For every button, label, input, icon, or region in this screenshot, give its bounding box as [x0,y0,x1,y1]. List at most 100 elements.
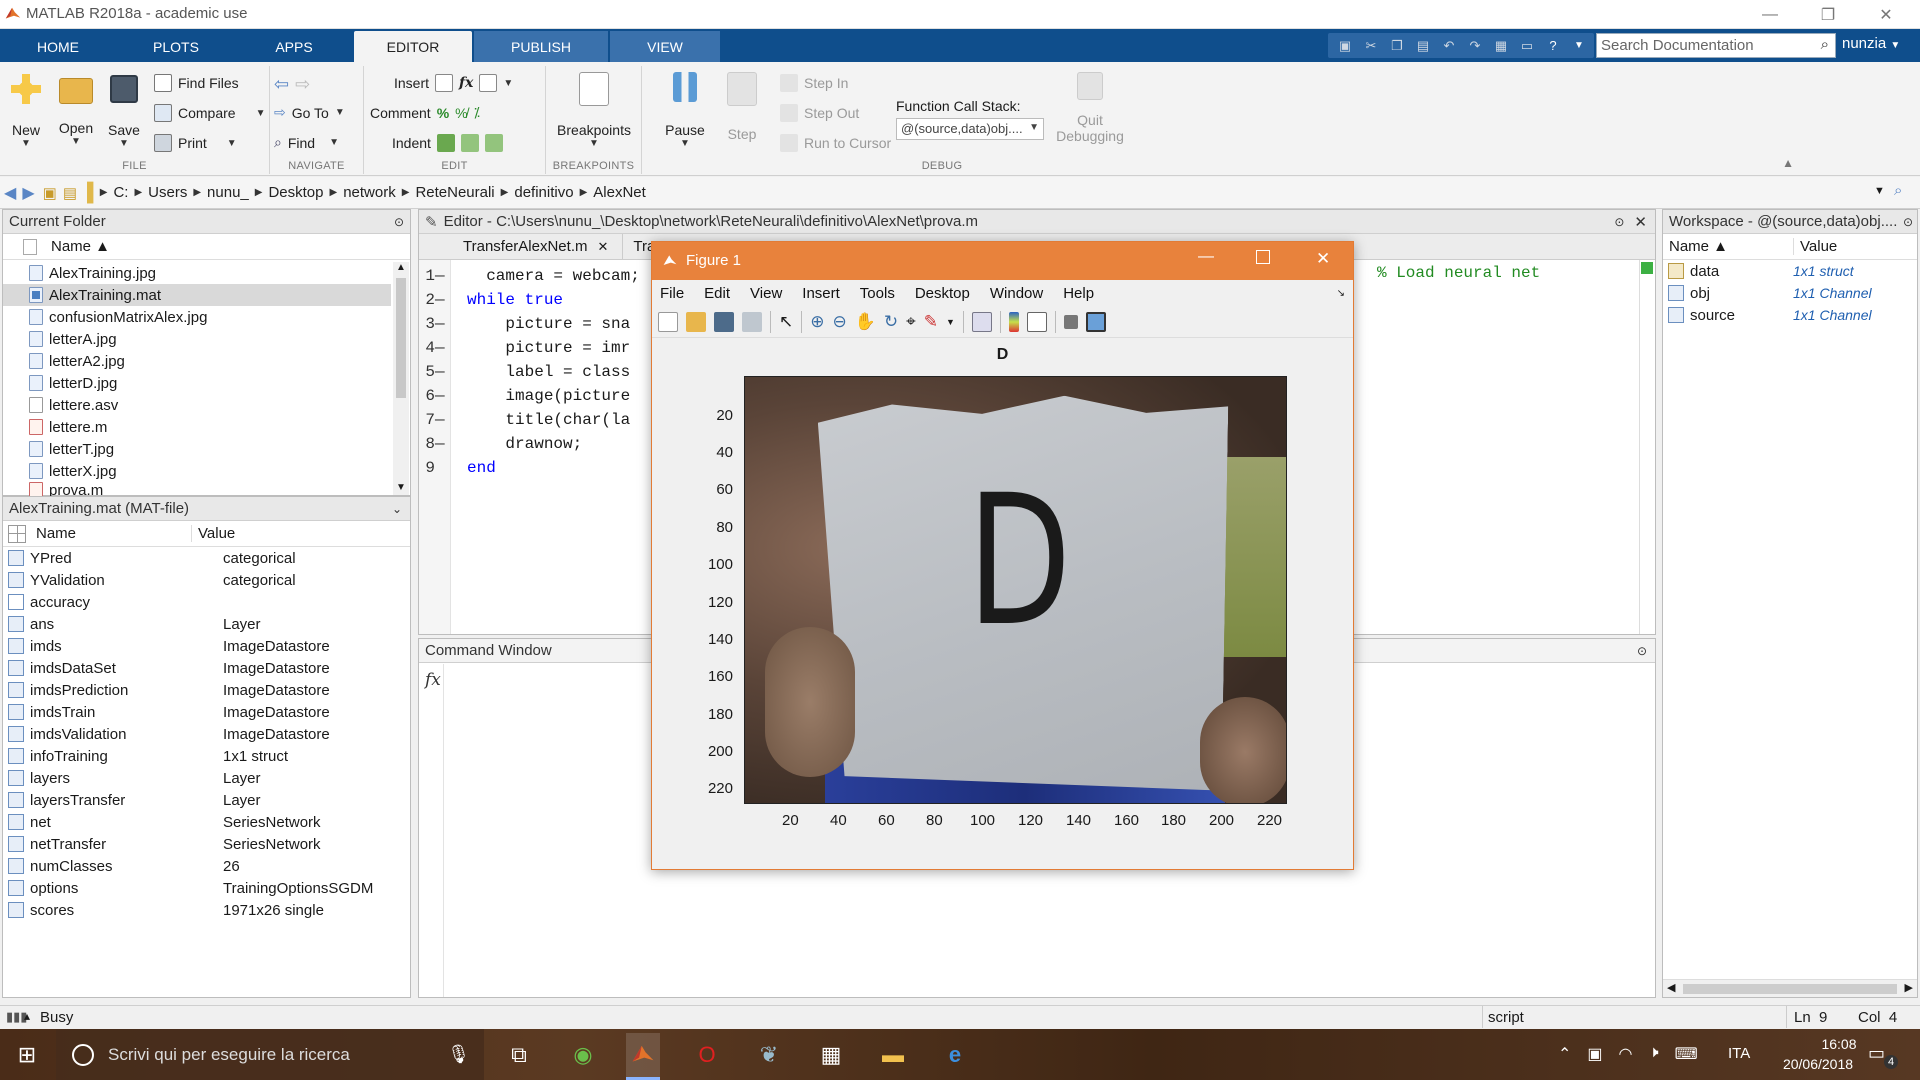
wrap-comments-icon[interactable]: ⁒ [474,104,480,121]
breakpoints-button[interactable]: Breakpoints ▼ [546,72,642,149]
print-button[interactable]: Print ▼ [154,134,237,152]
task-view-icon[interactable]: ⧉ [502,1039,536,1071]
list-item[interactable]: AlexTraining.mat [3,284,391,306]
user-menu[interactable]: nunzia ▼ [1842,35,1900,52]
uncomment-icon[interactable]: %̸ [455,105,467,121]
input-language[interactable]: ITA [1728,1045,1750,1062]
insert-section-icon[interactable] [435,74,454,92]
step-out-button[interactable]: Step Out [780,104,859,122]
matlab-taskbar-icon[interactable] [626,1033,660,1080]
breakpoint-marker[interactable]: — [435,387,467,405]
taskbar-search-box[interactable]: Scrivi qui per eseguire la ricerca 🎙 [56,1029,484,1080]
address-dropdown-icon[interactable]: ▼ [1874,185,1885,197]
breakpoint-marker[interactable]: — [435,363,467,381]
path-crumb[interactable]: C: [113,184,128,201]
table-row[interactable]: layersTransfer Layer [3,789,410,811]
table-row[interactable]: imdsValidation ImageDatastore [3,723,410,745]
opera-icon[interactable]: O [690,1039,724,1071]
menu-insert[interactable]: Insert [802,285,840,302]
scroll-thumb[interactable] [396,278,406,398]
step-button[interactable]: Step [722,72,762,142]
go-to-button[interactable]: ⇨ Go To ▼ [274,104,345,121]
redo-icon[interactable]: ↷ [1463,36,1487,56]
search-folder-icon[interactable]: ⌕ [1894,182,1902,199]
table-row[interactable]: imdsTrain ImageDatastore [3,701,410,723]
edit-plot-arrow-icon[interactable]: ↖ [779,312,793,332]
status-dropdown-icon[interactable]: ▴ [24,1009,30,1023]
tab-publish[interactable]: PUBLISH [474,31,608,62]
table-row[interactable]: imdsDataSet ImageDatastore [3,657,410,679]
workspace-hscrollbar[interactable]: ◀ ▶ [1663,979,1917,997]
save-icon[interactable]: ▣ [1333,36,1357,56]
figure-minimize-button[interactable]: — [1198,248,1214,266]
pan-hand-icon[interactable]: ✋ [855,312,876,332]
table-row[interactable]: numClasses 26 [3,855,410,877]
step-in-button[interactable]: Step In [780,74,848,92]
list-item[interactable]: letterA2.jpg [3,350,391,372]
table-row[interactable]: layers Layer [3,767,410,789]
tab-editor[interactable]: EDITOR [354,31,472,62]
breakpoint-marker[interactable]: — [435,339,467,357]
scroll-up-icon[interactable]: ▲ [396,262,406,273]
calculator-icon[interactable]: ▦ [814,1039,848,1071]
zoom-in-icon[interactable]: ⊕ [810,312,824,332]
clock-date[interactable]: 20/06/2018 [1766,1056,1870,1072]
details-chevron-icon[interactable]: ⌄ [392,502,402,516]
menu-file[interactable]: File [660,285,684,302]
scroll-thumb[interactable] [1683,984,1897,994]
list-item[interactable]: prova.m [3,482,391,496]
folder-col-name[interactable]: Name ▲ [51,238,110,255]
details-col-value[interactable]: Value [191,525,235,542]
collapse-ribbon-icon[interactable]: ▲ [1782,156,1794,170]
app-green-icon[interactable]: ◉ [566,1039,600,1071]
list-item[interactable]: confusionMatrixAlex.jpg [3,306,391,328]
menu-desktop[interactable]: Desktop [915,285,970,302]
scroll-left-icon[interactable]: ◀ [1667,981,1675,994]
search-icon[interactable]: ⌕ [1821,36,1829,53]
menu-window[interactable]: Window [990,285,1043,302]
panel-menu-icon[interactable]: ⊙ [1637,644,1647,658]
show-plot-tools-icon[interactable] [1085,311,1106,332]
browse-folder-icon[interactable]: ▤ [63,184,77,202]
menu-help[interactable]: Help [1063,285,1094,302]
table-row[interactable]: accuracy [3,591,410,613]
table-row[interactable]: imdsPrediction ImageDatastore [3,679,410,701]
legend-icon[interactable] [1026,311,1047,332]
list-item[interactable]: letterT.jpg [3,438,391,460]
arrow-right-icon[interactable]: ⇨ [295,74,310,95]
list-item[interactable]: letterX.jpg [3,460,391,482]
path-crumb[interactable]: Desktop [268,184,323,201]
hide-plot-tools-icon[interactable] [1063,314,1078,329]
save-figure-icon[interactable] [714,311,734,332]
rotate-3d-icon[interactable]: ↻ [884,312,898,332]
paste-icon[interactable]: ▤ [1411,36,1435,56]
tab-apps[interactable]: APPS [236,31,352,62]
wifi-icon[interactable]: ◠ [1619,1044,1633,1064]
tab-close-icon[interactable]: ✕ [597,239,608,255]
up-folder-icon[interactable]: ▣ [43,184,57,202]
image-axes[interactable]: D [744,376,1287,804]
breakpoint-marker[interactable]: — [435,291,467,309]
print-figure-icon[interactable] [742,311,762,332]
notifications-icon[interactable]: ▭ [1868,1043,1885,1064]
help-icon[interactable]: ? [1541,36,1565,56]
microphone-icon[interactable]: 🎙 [447,1044,470,1065]
switch-windows-icon[interactable]: ▦ [1489,36,1513,56]
windows-start-icon[interactable]: ⊞ [10,1039,44,1071]
path-crumb[interactable]: definitivo [514,184,573,201]
increase-indent-icon[interactable] [460,134,479,152]
back-arrow-icon[interactable]: ◀ [4,183,16,203]
maximize-button[interactable]: ❐ [1800,0,1856,29]
save-button[interactable]: Save ▼ [104,72,144,149]
insert-function-icon[interactable]: fx [459,75,473,91]
code-analyzer-indicator[interactable] [1641,262,1653,274]
forward-arrow-icon[interactable]: ▶ [22,183,34,203]
editor-tab[interactable]: TransferAlexNet.m ✕ [453,233,624,260]
breakpoint-marker[interactable]: — [435,315,467,333]
insert-dropdown-icon[interactable]: ▼ [503,78,513,89]
workspace-col-value[interactable]: Value [1793,238,1837,255]
decrease-indent-icon[interactable] [484,134,503,152]
link-plot-icon[interactable] [971,311,992,332]
breakpoint-marker[interactable]: — [435,411,467,429]
search-documentation[interactable]: Search Documentation ⌕ [1596,33,1836,58]
